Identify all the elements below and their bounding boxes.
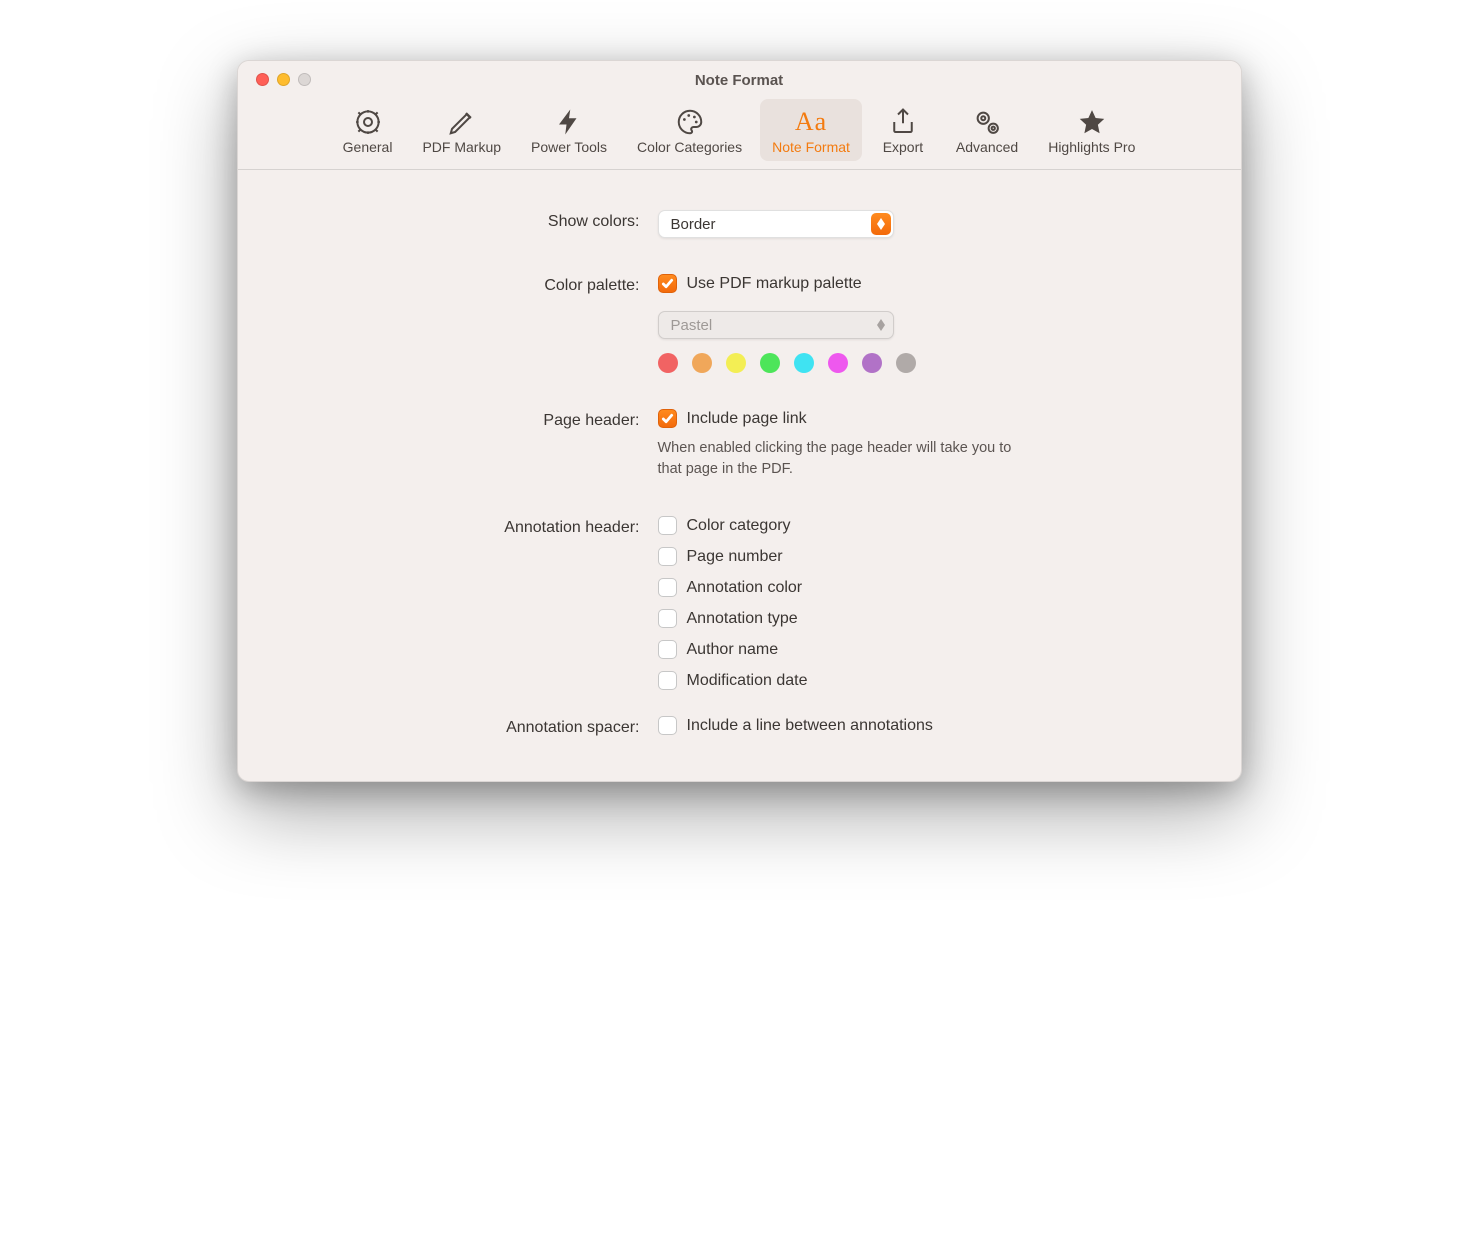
tab-label: Color Categories: [637, 139, 742, 155]
author-name-label: Author name: [687, 641, 779, 659]
tab-label: Advanced: [956, 139, 1018, 155]
select-value: Pastel: [671, 317, 713, 334]
pencil-icon: [447, 105, 477, 139]
tab-advanced[interactable]: Advanced: [944, 99, 1030, 161]
color-swatch: [828, 353, 848, 373]
row-annotation-spacer: Annotation spacer: Include a line betwee…: [298, 716, 1181, 737]
use-pdf-markup-checkbox[interactable]: [658, 274, 677, 293]
chevron-updown-icon: [871, 314, 891, 336]
row-color-palette: Color palette: Use PDF markup palette Pa…: [298, 274, 1181, 373]
annotation-spacer-label: Annotation spacer:: [298, 716, 658, 737]
color-swatch: [896, 353, 916, 373]
page-number-label: Page number: [687, 548, 783, 566]
include-page-link-checkbox[interactable]: [658, 409, 677, 428]
zoom-icon[interactable]: [298, 73, 311, 86]
annotation-color-label: Annotation color: [687, 579, 803, 597]
export-icon: [888, 105, 918, 139]
annotation-type-label: Annotation type: [687, 610, 798, 628]
tab-label: Power Tools: [531, 139, 607, 155]
page-number-checkbox[interactable]: [658, 547, 677, 566]
close-icon[interactable]: [256, 73, 269, 86]
use-pdf-markup-label: Use PDF markup palette: [687, 275, 862, 293]
tab-color-categories[interactable]: Color Categories: [625, 99, 754, 161]
modification-date-label: Modification date: [687, 672, 808, 690]
color-swatch: [658, 353, 678, 373]
author-name-checkbox[interactable]: [658, 640, 677, 659]
bolt-icon: [554, 105, 584, 139]
tab-toolbar: General PDF Markup Power Tools Color Cat…: [238, 99, 1241, 170]
chevron-updown-icon: [871, 213, 891, 235]
tab-label: Note Format: [772, 139, 850, 155]
tab-label: General: [343, 139, 393, 155]
color-swatch: [862, 353, 882, 373]
color-category-label: Color category: [687, 517, 791, 535]
color-swatch: [726, 353, 746, 373]
color-swatch: [692, 353, 712, 373]
row-annotation-header: Annotation header: Color category Page n…: [298, 516, 1181, 690]
preferences-window: Note Format General PDF Markup Power Too…: [237, 60, 1242, 782]
tab-power-tools[interactable]: Power Tools: [519, 99, 619, 161]
color-category-checkbox[interactable]: [658, 516, 677, 535]
tab-note-format[interactable]: Aa Note Format: [760, 99, 862, 161]
form-content: Show colors: Border Color palette:: [238, 170, 1241, 781]
window-title: Note Format: [695, 72, 783, 89]
gears-icon: [972, 105, 1002, 139]
annotation-type-checkbox[interactable]: [658, 609, 677, 628]
include-line-checkbox[interactable]: [658, 716, 677, 735]
window-controls: [256, 73, 311, 86]
color-swatch: [760, 353, 780, 373]
color-swatches: [658, 353, 916, 373]
page-header-label: Page header:: [298, 409, 658, 430]
palette-icon: [675, 105, 705, 139]
font-icon: Aa: [795, 105, 827, 139]
tab-label: PDF Markup: [422, 139, 501, 155]
modification-date-checkbox[interactable]: [658, 671, 677, 690]
minimize-icon[interactable]: [277, 73, 290, 86]
include-page-link-label: Include page link: [687, 410, 807, 428]
row-page-header: Page header: Include page link When enab…: [298, 409, 1181, 480]
tab-export[interactable]: Export: [868, 99, 938, 161]
gear-icon: [353, 105, 383, 139]
annotation-header-label: Annotation header:: [298, 516, 658, 537]
show-colors-select[interactable]: Border: [658, 210, 894, 238]
tab-label: Export: [883, 139, 923, 155]
palette-select: Pastel: [658, 311, 894, 339]
tab-label: Highlights Pro: [1048, 139, 1135, 155]
row-show-colors: Show colors: Border: [298, 210, 1181, 238]
color-swatch: [794, 353, 814, 373]
star-icon: [1077, 105, 1107, 139]
color-palette-label: Color palette:: [298, 274, 658, 295]
annotation-color-checkbox[interactable]: [658, 578, 677, 597]
select-value: Border: [671, 216, 716, 233]
titlebar: Note Format: [238, 61, 1241, 99]
tab-pdf-markup[interactable]: PDF Markup: [410, 99, 513, 161]
show-colors-label: Show colors:: [298, 210, 658, 231]
page-header-hint: When enabled clicking the page header wi…: [658, 438, 1018, 480]
tab-general[interactable]: General: [331, 99, 405, 161]
tab-highlights-pro[interactable]: Highlights Pro: [1036, 99, 1147, 161]
include-line-label: Include a line between annotations: [687, 717, 933, 735]
